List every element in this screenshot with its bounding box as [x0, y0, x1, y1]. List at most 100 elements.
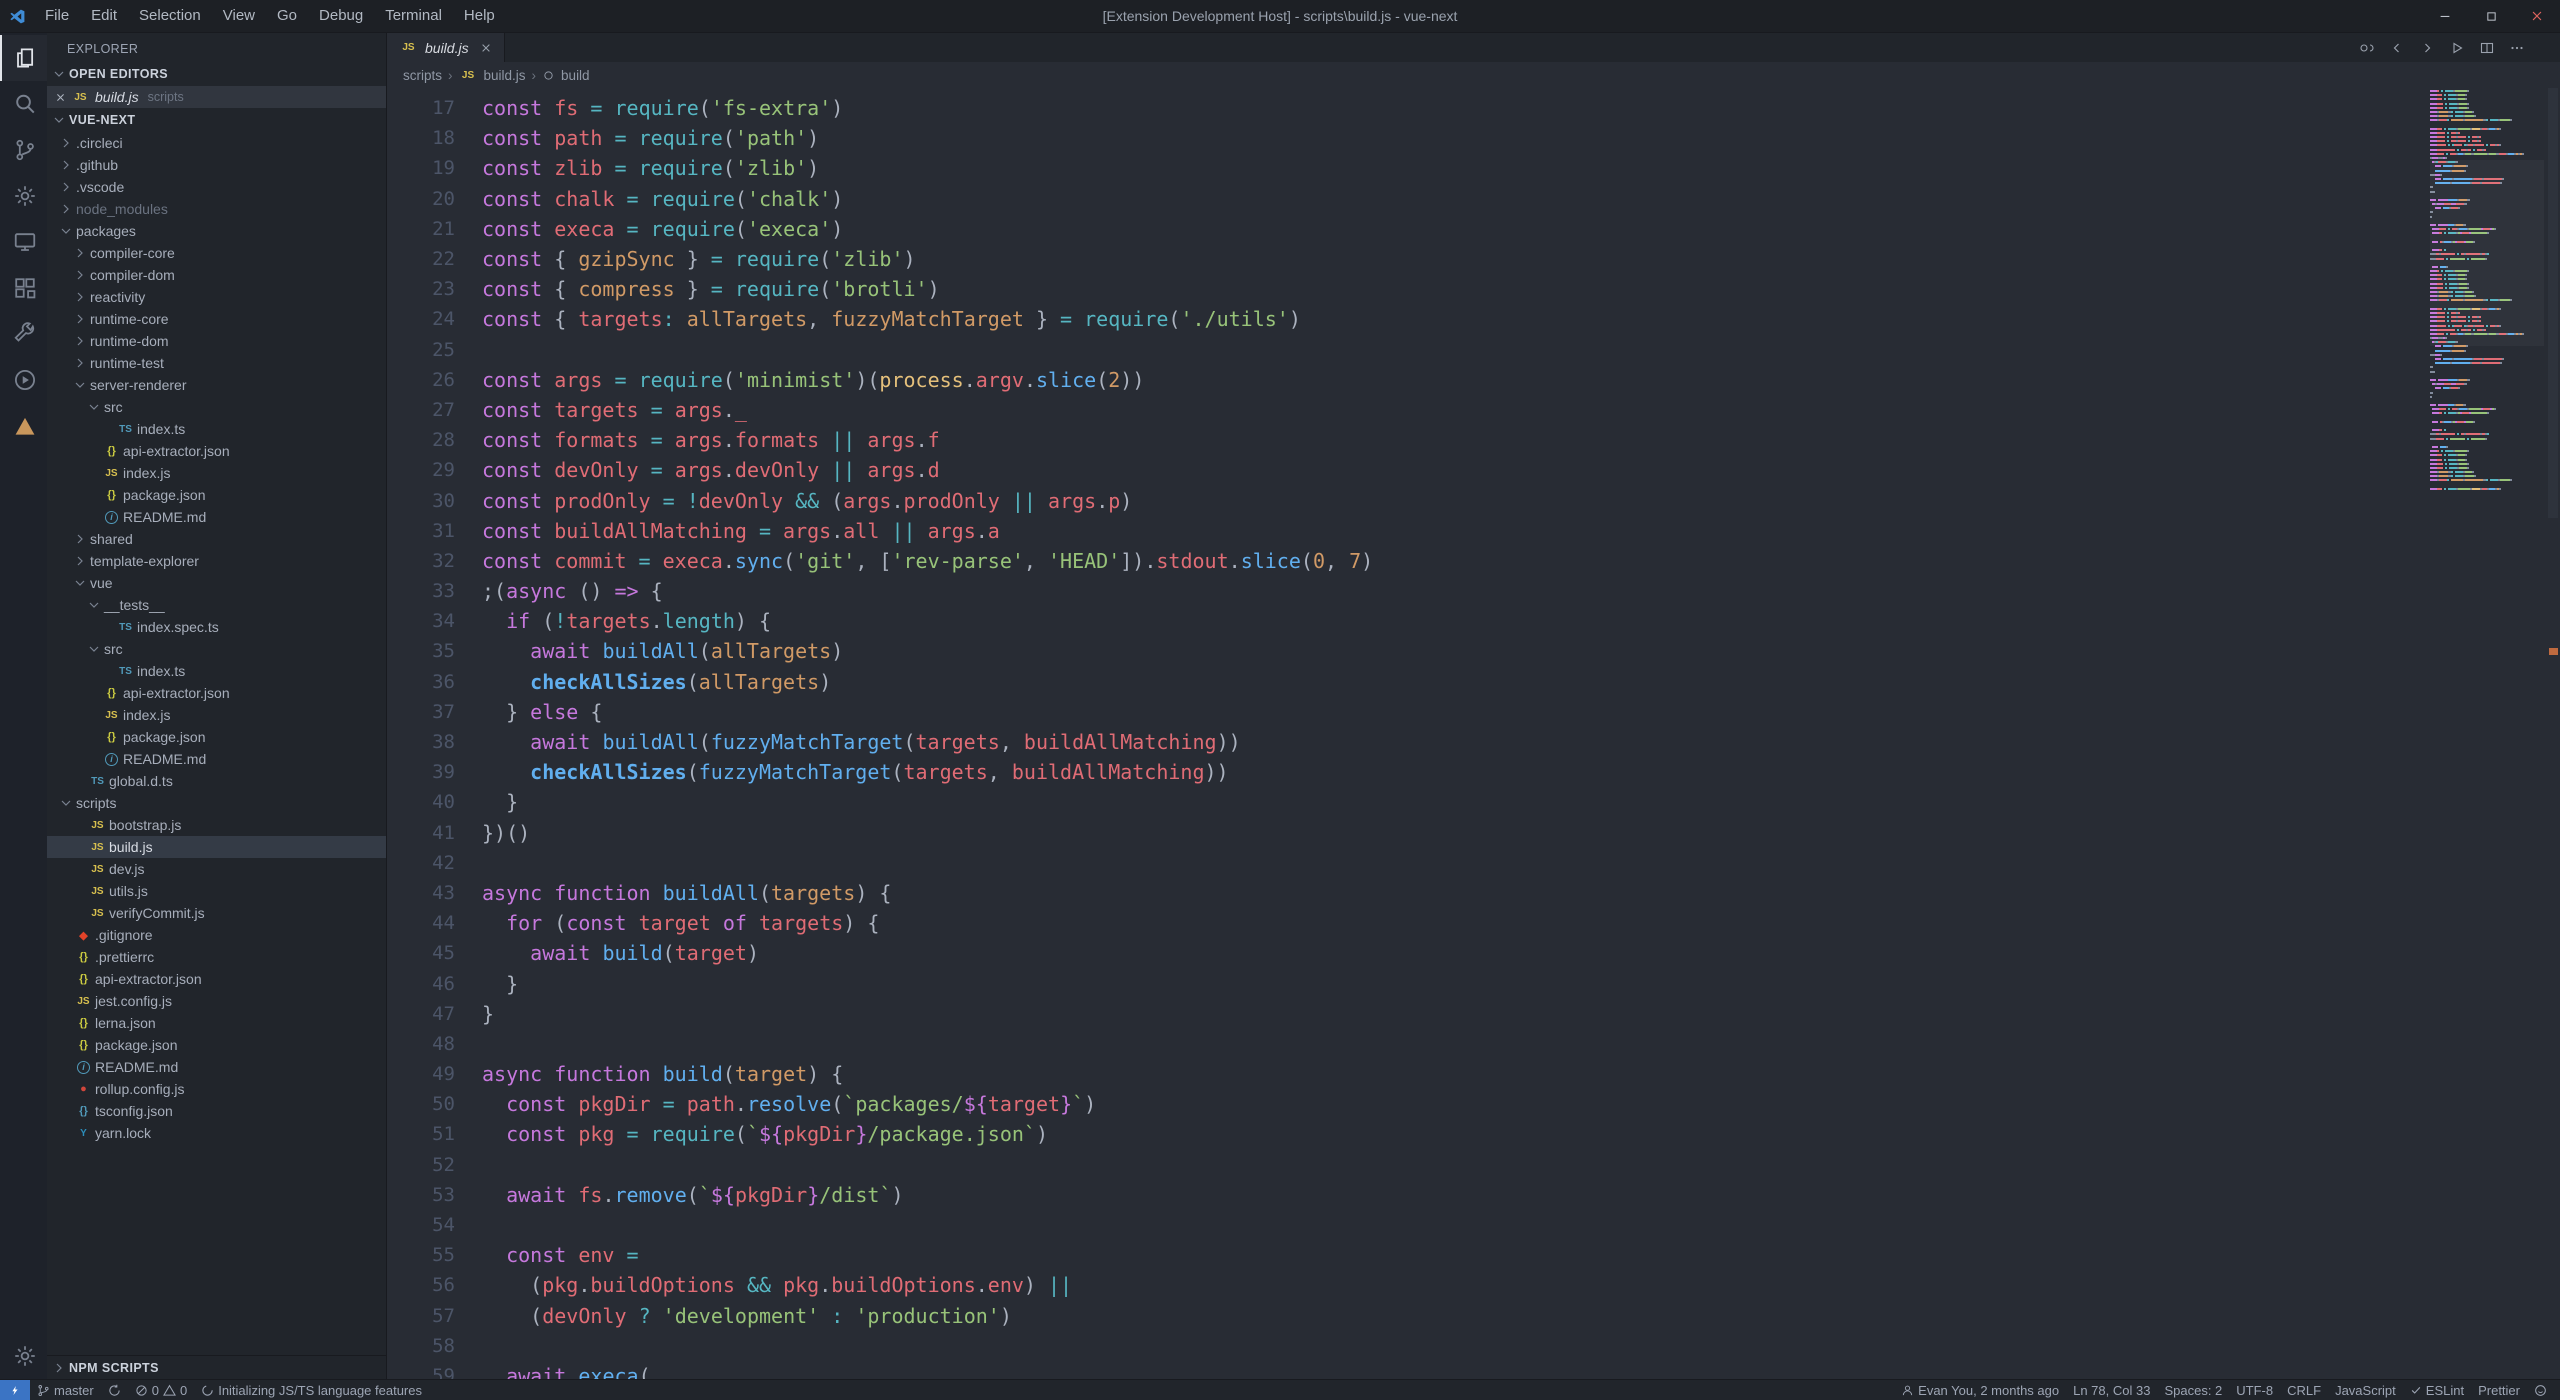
tree-item-template-explorer[interactable]: template-explorer	[47, 550, 386, 572]
tree-item-runtime-test[interactable]: runtime-test	[47, 352, 386, 374]
code-line[interactable]: 33 ;(async () => {	[387, 576, 2560, 606]
code-line[interactable]: 22 const { gzipSync } = require('zlib')	[387, 244, 2560, 274]
code-line[interactable]: 51 const pkg = require(`${pkgDir}/packag…	[387, 1119, 2560, 1149]
tree-item-package.json[interactable]: package.json	[47, 1034, 386, 1056]
tree-item-lerna.json[interactable]: lerna.json	[47, 1012, 386, 1034]
code-line[interactable]: 47}	[387, 999, 2560, 1029]
code-line[interactable]: 38 await buildAll(fuzzyMatchTarget(targe…	[387, 727, 2560, 757]
activity-explorer-icon[interactable]	[0, 35, 47, 81]
code-line[interactable]: 35 await buildAll(allTargets)	[387, 636, 2560, 666]
tree-item-bootstrap.js[interactable]: bootstrap.js	[47, 814, 386, 836]
tree-item-yarn.lock[interactable]: yarn.lock	[47, 1122, 386, 1144]
code-line[interactable]: 53 await fs.remove(`${pkgDir}/dist`)	[387, 1180, 2560, 1210]
code-line[interactable]: 25	[387, 335, 2560, 365]
activity-settings-icon[interactable]	[0, 173, 47, 219]
menu-view[interactable]: View	[212, 0, 266, 32]
git-blame[interactable]: Evan You, 2 months ago	[1894, 1380, 2066, 1400]
tree-item-index.js[interactable]: index.js	[47, 704, 386, 726]
tree-item-runtime-core[interactable]: runtime-core	[47, 308, 386, 330]
code-line[interactable]: 56 (pkg.buildOptions && pkg.buildOptions…	[387, 1270, 2560, 1300]
activity-debug-icon[interactable]	[0, 357, 47, 403]
tab-build-js[interactable]: build.js	[387, 33, 505, 62]
code-line[interactable]: 55 const env =	[387, 1240, 2560, 1270]
open-editors-header[interactable]: OPEN EDITORS	[47, 62, 386, 86]
code-line[interactable]: 58	[387, 1331, 2560, 1361]
close-button[interactable]	[2514, 0, 2560, 32]
code-line[interactable]: 26 const args = require('minimist')(proce…	[387, 365, 2560, 395]
activity-triangle-icon[interactable]	[0, 403, 47, 449]
tree-item-tsconfig.json[interactable]: tsconfig.json	[47, 1100, 386, 1122]
tree-item-shared[interactable]: shared	[47, 528, 386, 550]
tree-item-compiler-dom[interactable]: compiler-dom	[47, 264, 386, 286]
code-line[interactable]: 44 for (const target of targets) {	[387, 908, 2560, 938]
code-line[interactable]: 57 (devOnly ? 'development' : 'productio…	[387, 1301, 2560, 1331]
tree-item-scripts[interactable]: scripts	[47, 792, 386, 814]
prettier-status[interactable]: Prettier	[2471, 1380, 2527, 1400]
menu-edit[interactable]: Edit	[80, 0, 128, 32]
open-editor-item[interactable]: build.js scripts	[47, 86, 386, 108]
close-icon[interactable]	[55, 92, 66, 103]
tree-item-index.js[interactable]: index.js	[47, 462, 386, 484]
code-line[interactable]: 29 const devOnly = args.devOnly || args.d	[387, 455, 2560, 485]
code-line[interactable]: 31 const buildAllMatching = args.all || a…	[387, 516, 2560, 546]
maximize-button[interactable]	[2468, 0, 2514, 32]
tree-item-dev.js[interactable]: dev.js	[47, 858, 386, 880]
split-editor-icon[interactable]	[2474, 35, 2500, 61]
activity-source-control-icon[interactable]	[0, 127, 47, 173]
menu-selection[interactable]: Selection	[128, 0, 212, 32]
tree-item-index.ts[interactable]: index.ts	[47, 660, 386, 682]
tree-item-compiler-core[interactable]: compiler-core	[47, 242, 386, 264]
tree-item-global.d.ts[interactable]: global.d.ts	[47, 770, 386, 792]
run-icon[interactable]	[2444, 35, 2470, 61]
code-line[interactable]: 28 const formats = args.formats || args.f	[387, 425, 2560, 455]
tree-item-server-renderer[interactable]: server-renderer	[47, 374, 386, 396]
npm-scripts-header[interactable]: NPM SCRIPTS	[47, 1355, 386, 1379]
code-line[interactable]: 17 const fs = require('fs-extra')	[387, 93, 2560, 123]
tree-item-__tests__[interactable]: __tests__	[47, 594, 386, 616]
breadcrumb-folder[interactable]: scripts	[403, 68, 442, 83]
tree-item-.circleci[interactable]: .circleci	[47, 132, 386, 154]
feedback-icon[interactable]	[2527, 1380, 2554, 1400]
code-line[interactable]: 27 const targets = args._	[387, 395, 2560, 425]
tree-item-.gitignore[interactable]: .gitignore	[47, 924, 386, 946]
tree-item-reactivity[interactable]: reactivity	[47, 286, 386, 308]
code-line[interactable]: 37 } else {	[387, 697, 2560, 727]
code-line[interactable]: 42	[387, 848, 2560, 878]
code-line[interactable]: 54	[387, 1210, 2560, 1240]
tree-item-vue[interactable]: vue	[47, 572, 386, 594]
code-editor[interactable]: 17 const fs = require('fs-extra') 18 const …	[387, 88, 2560, 1379]
tree-item-build.js[interactable]: build.js	[47, 836, 386, 858]
tree-item-jest.config.js[interactable]: jest.config.js	[47, 990, 386, 1012]
activity-search-icon[interactable]	[0, 81, 47, 127]
code-line[interactable]: 40 }	[387, 787, 2560, 817]
tree-item-.github[interactable]: .github	[47, 154, 386, 176]
remote-indicator[interactable]	[0, 1380, 30, 1400]
code-line[interactable]: 45 await build(target)	[387, 938, 2560, 968]
minimize-button[interactable]	[2422, 0, 2468, 32]
code-line[interactable]: 34 if (!targets.length) {	[387, 606, 2560, 636]
code-line[interactable]: 46 }	[387, 968, 2560, 998]
overview-ruler[interactable]	[2546, 88, 2560, 1379]
code-line[interactable]: 39 checkAllSizes(fuzzyMatchTarget(target…	[387, 757, 2560, 787]
code-line[interactable]: 48	[387, 1029, 2560, 1059]
code-line[interactable]: 24 const { targets: allTargets, fuzzyMatc…	[387, 304, 2560, 334]
code-line[interactable]: 36 checkAllSizes(allTargets)	[387, 667, 2560, 697]
activity-tools-icon[interactable]	[0, 311, 47, 357]
code-line[interactable]: 43 async function buildAll(targets) {	[387, 878, 2560, 908]
menu-terminal[interactable]: Terminal	[374, 0, 453, 32]
tree-item-package.json[interactable]: package.json	[47, 484, 386, 506]
code-line[interactable]: 23 const { compress } = require('brotli')	[387, 274, 2560, 304]
problems-status[interactable]: 0 0	[128, 1380, 194, 1400]
code-line[interactable]: 59 await execa(	[387, 1361, 2560, 1379]
tree-item-package.json[interactable]: package.json	[47, 726, 386, 748]
tree-item-src[interactable]: src	[47, 396, 386, 418]
minimap-viewport[interactable]	[2430, 160, 2544, 346]
code-line[interactable]: 18 const path = require('path')	[387, 123, 2560, 153]
tree-item-.vscode[interactable]: .vscode	[47, 176, 386, 198]
tree-item-runtime-dom[interactable]: runtime-dom	[47, 330, 386, 352]
forward-icon[interactable]	[2414, 35, 2440, 61]
tree-item-packages[interactable]: packages	[47, 220, 386, 242]
eol-status[interactable]: CRLF	[2280, 1380, 2328, 1400]
breadcrumb-symbol[interactable]: build	[561, 68, 590, 83]
tree-item-api-extractor.json[interactable]: api-extractor.json	[47, 440, 386, 462]
